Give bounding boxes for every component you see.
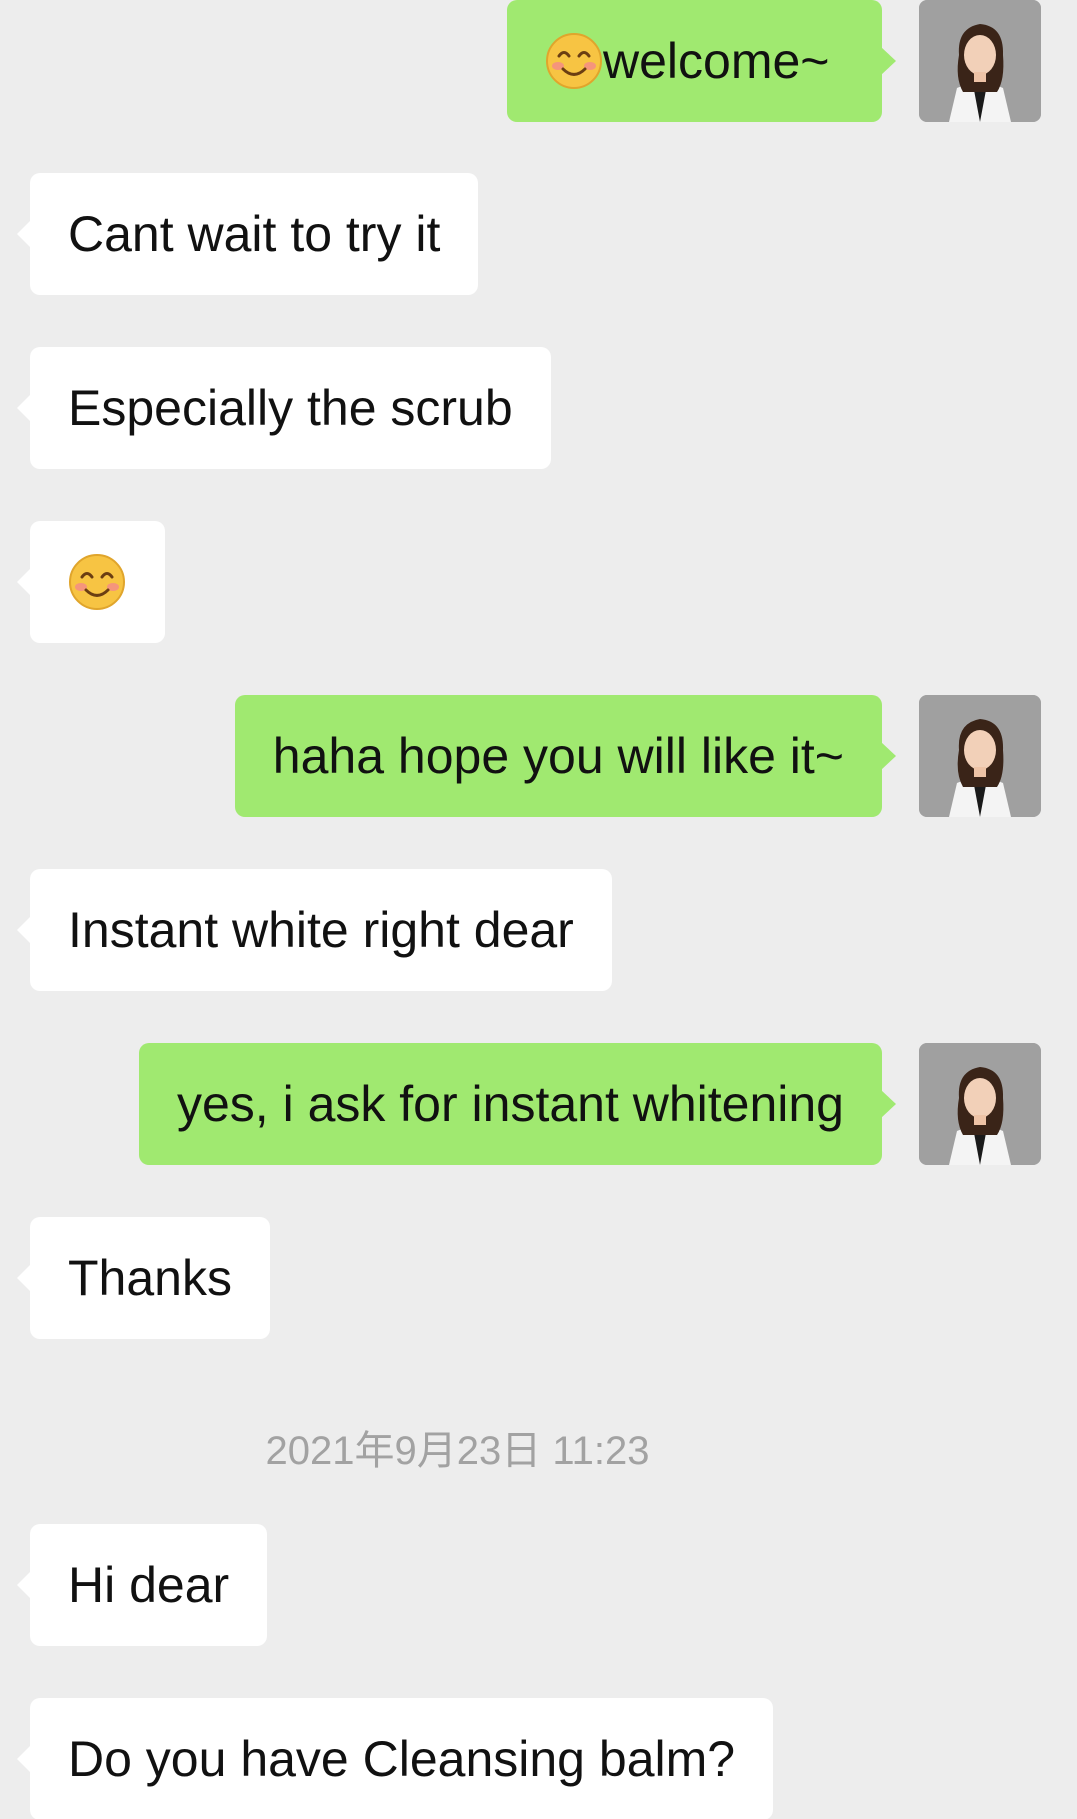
avatar[interactable] bbox=[919, 695, 1041, 817]
smiling-face-icon bbox=[68, 553, 126, 611]
message-text: Hi dear bbox=[68, 1557, 230, 1613]
message-text: haha hope you will like it~ bbox=[272, 728, 844, 784]
incoming-message[interactable]: Hi dear bbox=[16, 1524, 268, 1646]
outgoing-message[interactable]: yes, i ask for instant whitening bbox=[139, 1043, 896, 1165]
incoming-message[interactable]: Cant wait to try it bbox=[16, 173, 479, 295]
incoming-message[interactable]: Thanks bbox=[17, 1217, 270, 1339]
message-text: welcome~ bbox=[603, 33, 830, 89]
outgoing-message[interactable]: welcome~ bbox=[507, 0, 896, 122]
message-text: Especially the scrub bbox=[68, 380, 513, 436]
message-text: Instant white right dear bbox=[68, 902, 574, 958]
message-text: Cant wait to try it bbox=[68, 206, 441, 262]
avatar[interactable] bbox=[919, 1043, 1041, 1165]
smiling-face-icon bbox=[545, 32, 603, 90]
message-text: Do you have Cleansing balm? bbox=[68, 1731, 736, 1787]
timestamp: 2021年9月23日 11:23 bbox=[265, 1429, 650, 1473]
incoming-message[interactable]: Especially the scrub bbox=[17, 347, 551, 469]
incoming-message[interactable]: Do you have Cleansing balm? bbox=[16, 1698, 774, 1819]
message-text: yes, i ask for instant whitening bbox=[177, 1076, 844, 1132]
avatar[interactable] bbox=[919, 0, 1041, 122]
chat-thread: welcome~ Cant wait to try it Especially … bbox=[0, 0, 1077, 1819]
incoming-message[interactable] bbox=[17, 521, 165, 643]
message-text: Thanks bbox=[68, 1250, 232, 1306]
incoming-message[interactable]: Instant white right dear bbox=[17, 869, 612, 991]
outgoing-message[interactable]: haha hope you will like it~ bbox=[234, 695, 897, 817]
